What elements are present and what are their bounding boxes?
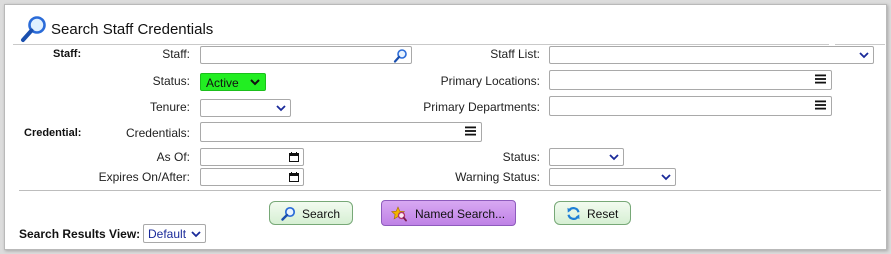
- results-view-label: Search Results View:: [19, 227, 141, 241]
- search-button-label: Search: [302, 207, 341, 221]
- chevron-down-icon: [859, 52, 869, 59]
- primary-locations-input[interactable]: [550, 71, 831, 89]
- chevron-down-icon: [661, 174, 671, 181]
- as-of-label: As Of:: [156, 150, 190, 164]
- staff-label: Staff:: [162, 47, 190, 61]
- as-of-input[interactable]: [201, 149, 303, 165]
- hamburger-menu-icon[interactable]: [465, 126, 476, 136]
- credential-section-heading: Credential:: [24, 127, 82, 139]
- primary-departments-label: Primary Departments:: [423, 100, 540, 114]
- staff-field[interactable]: [200, 46, 412, 64]
- primary-departments-input[interactable]: [550, 97, 831, 115]
- credentials-label: Credentials:: [125, 126, 190, 140]
- credentials-input[interactable]: [201, 123, 481, 141]
- title-bar: Search Staff Credentials: [13, 15, 829, 45]
- refresh-icon: [567, 207, 580, 220]
- reset-button[interactable]: Reset: [554, 201, 631, 225]
- primary-locations-label: Primary Locations:: [440, 74, 540, 88]
- as-of-field[interactable]: [200, 148, 304, 166]
- title-bar-extension: [835, 15, 885, 45]
- tenure-select[interactable]: [200, 99, 291, 117]
- warning-status-select[interactable]: [549, 168, 676, 186]
- staff-list-label: Staff List:: [490, 47, 540, 61]
- staff-section-heading: Staff:: [53, 48, 82, 60]
- named-search-button-label: Named Search...: [415, 207, 506, 221]
- calendar-icon[interactable]: [289, 172, 299, 182]
- chevron-down-icon: [191, 231, 201, 238]
- hamburger-menu-icon[interactable]: [815, 74, 826, 84]
- results-view-value: Default: [148, 227, 187, 241]
- magnifier-icon: [21, 16, 46, 42]
- magnifier-icon: [281, 206, 296, 221]
- expires-field[interactable]: [200, 168, 304, 186]
- reset-button-label: Reset: [587, 207, 619, 221]
- chevron-down-icon: [250, 79, 260, 86]
- chevron-down-icon: [609, 154, 619, 161]
- calendar-icon[interactable]: [289, 152, 299, 162]
- status-label: Status:: [152, 74, 190, 88]
- expires-input[interactable]: [201, 169, 303, 185]
- tenure-label: Tenure:: [149, 100, 190, 114]
- expires-label: Expires On/After:: [98, 170, 190, 184]
- hamburger-menu-icon[interactable]: [815, 100, 826, 110]
- status-select[interactable]: Active: [200, 73, 266, 91]
- staff-input[interactable]: [201, 47, 411, 63]
- warning-status-label: Warning Status:: [455, 170, 540, 184]
- staff-list-select[interactable]: [549, 46, 874, 64]
- search-button[interactable]: Search: [269, 201, 353, 225]
- status-value: Active: [206, 76, 239, 90]
- search-panel: Search Staff Credentials Staff: Staff: S…: [4, 4, 887, 250]
- credential-status-select[interactable]: [549, 148, 624, 166]
- chevron-down-icon: [276, 105, 286, 112]
- primary-locations-field[interactable]: [549, 70, 832, 90]
- star-magnifier-icon: [391, 206, 407, 222]
- credential-status-label: Status:: [502, 150, 540, 164]
- named-search-button[interactable]: Named Search...: [381, 200, 516, 226]
- page-title: Search Staff Credentials: [51, 21, 214, 38]
- credentials-field[interactable]: [200, 122, 482, 142]
- primary-departments-field[interactable]: [549, 96, 832, 116]
- section-divider: [19, 190, 881, 191]
- results-view-select[interactable]: Default: [143, 224, 206, 243]
